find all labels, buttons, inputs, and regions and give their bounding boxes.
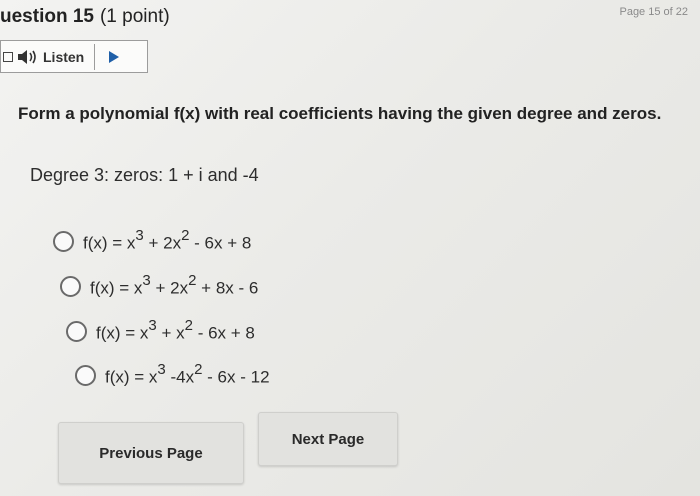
radio-button[interactable] <box>60 275 81 297</box>
degree-zeros-text: Degree 3: zeros: 1 + i and -4 <box>30 165 259 185</box>
grid-icon[interactable] <box>3 51 13 62</box>
radio-button[interactable] <box>53 230 74 252</box>
listen-button[interactable]: Listen <box>43 49 84 65</box>
option-text: f(x) = x3 -4x2 - 6x - 12 <box>105 361 270 387</box>
answer-option-1[interactable]: f(x) = x3 + 2x2 - 6x + 8 <box>53 227 252 254</box>
previous-page-button[interactable]: Previous Page <box>58 422 244 484</box>
next-page-button[interactable]: Next Page <box>258 412 398 466</box>
option-text: f(x) = x3 + x2 - 6x + 8 <box>96 317 255 343</box>
speaker-icon[interactable] <box>17 49 39 65</box>
answer-option-4[interactable]: f(x) = x3 -4x2 - 6x - 12 <box>75 361 270 388</box>
option-text: f(x) = x3 + 2x2 + 8x - 6 <box>90 272 259 298</box>
question-instruction: Form a polynomial f(x) with real coeffic… <box>18 104 662 123</box>
radio-button[interactable] <box>66 320 87 342</box>
question-title: uestion 15 <box>0 6 94 27</box>
option-text: f(x) = x3 + 2x2 - 6x + 8 <box>83 227 252 253</box>
toolbar-divider <box>94 43 96 70</box>
radio-button[interactable] <box>75 364 96 386</box>
question-header: uestion 15 (1 point) <box>0 6 170 28</box>
page-indicator: Page 15 of 22 <box>619 6 688 18</box>
answer-option-3[interactable]: f(x) = x3 + x2 - 6x + 8 <box>66 317 255 344</box>
answer-option-2[interactable]: f(x) = x3 + 2x2 + 8x - 6 <box>60 272 259 299</box>
play-icon[interactable] <box>109 50 120 63</box>
listen-toolbar: Listen <box>0 40 148 73</box>
question-points: (1 point) <box>99 6 170 27</box>
